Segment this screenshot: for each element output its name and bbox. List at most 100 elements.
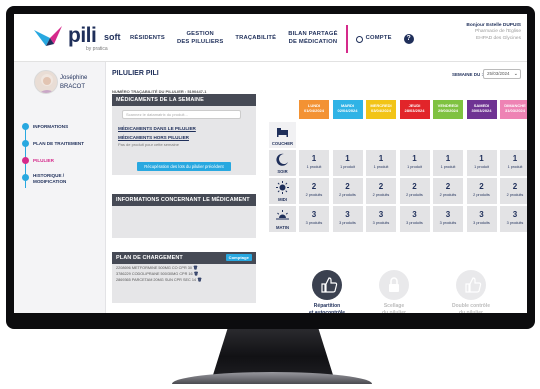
panel-header-label: PLAN DE CHARGEMENT: [116, 255, 183, 261]
datamatrix-search-input[interactable]: Scannez le datamatrix du produit...: [122, 110, 241, 119]
trash-icon[interactable]: 🗑: [197, 278, 202, 282]
bullet-icon: [22, 140, 29, 147]
sidebar-item-pilulier[interactable]: PILULIER: [22, 152, 106, 169]
sidebar-item-label: PLAN DE TRAITEMENT: [33, 141, 85, 146]
moment-label: MIDI: [278, 197, 287, 202]
thumbs-up-icon: [312, 270, 342, 300]
trash-icon[interactable]: 🗑: [193, 266, 198, 270]
logo-soft-text: soft: [104, 32, 121, 42]
badge-label: Scellage du pilulier: [382, 303, 406, 313]
dose-unit: 3 produits: [305, 221, 323, 225]
dose-count: 2: [412, 182, 417, 191]
dose-cell[interactable]: 1 1 produit: [299, 150, 329, 176]
compte-label: COMPTE: [365, 35, 392, 42]
dose-unit: 2 produits: [406, 193, 423, 197]
dose-cell[interactable]: 2 2 produits: [366, 178, 396, 204]
meds-out-note: Pas de produit pour cette semaine: [118, 142, 179, 147]
dose-count: 3: [479, 210, 484, 219]
dose-cell[interactable]: 1 1 produit: [500, 150, 527, 176]
day-header: MERCREDI 03/04/2024: [366, 100, 396, 119]
loading-plan-panel: PLAN DE CHARGEMENT Comptage 2208696 METF…: [112, 252, 256, 303]
sidebar-item-label: PILULIER: [33, 158, 54, 163]
meds-in-pilulier-link[interactable]: MÉDICAMENTS DANS LE PILULIER: [118, 126, 196, 131]
avatar: [34, 70, 58, 94]
nav-bilan-partage[interactable]: BILAN PARTAGÉ DE MÉDICATION: [282, 31, 343, 46]
dose-unit: 2 produits: [305, 193, 323, 197]
dose-cell[interactable]: 3 3 produits: [332, 206, 363, 232]
day-header: JEUDI 28/03/2024: [399, 100, 430, 119]
day-header: VENDREDI 29/03/2024: [433, 100, 463, 119]
app-logo[interactable]: pili soft by pratica: [32, 24, 128, 54]
list-item-label: 2869365 PARCETAM 20MG SUN CPR SEC 14: [116, 277, 197, 282]
dose-unit: 2 produits: [372, 193, 390, 197]
sidebar-item-label: INFORMATIONS: [33, 124, 69, 129]
nav-compte[interactable]: COMPTE: [350, 35, 398, 43]
sidebar-item-informations[interactable]: INFORMATIONS: [22, 118, 106, 135]
main-content: PILULIER PILI SEMAINE DU : 25/03/2024 ⌄ …: [106, 62, 527, 313]
moon-icon: [276, 153, 289, 166]
patient-first-name: Joséphine: [60, 75, 88, 81]
sidebar-item-plan-traitement[interactable]: PLAN DE TRAITEMENT: [22, 135, 106, 152]
badge-scellage[interactable]: Scellage du pilulier: [359, 270, 429, 313]
moment-label: SOIR: [277, 169, 288, 174]
dose-cell[interactable]: 1 1 produit: [433, 150, 463, 176]
dose-count: 2: [378, 182, 384, 191]
week-select[interactable]: 25/03/2024 ⌄: [483, 69, 521, 79]
nav-separator: [345, 25, 348, 53]
user-info: Bonjour Estelle DUPUIS Pharmacie de l'Eg…: [466, 23, 521, 42]
dose-unit: 2 produits: [506, 193, 524, 197]
nav-residents[interactable]: RÉSIDENTS: [124, 35, 171, 43]
day-header: LUNDI 01/04/2024: [299, 100, 329, 119]
day-header: SAMEDI 30/03/2024: [466, 100, 497, 119]
dose-cell[interactable]: 2 2 produits: [466, 178, 497, 204]
list-item-label: 2208696 METFORMINE 500MG CO CPR 30: [116, 266, 192, 270]
dose-cell[interactable]: 2 2 produits: [433, 178, 463, 204]
dose-unit: 2 produits: [339, 193, 356, 197]
dose-count: 3: [445, 210, 451, 219]
dose-cell[interactable]: 1 1 produit: [399, 150, 430, 176]
dose-unit: 3 produits: [339, 221, 356, 225]
dose-count: 1: [311, 154, 317, 163]
badge-label: Répartition et autocontrôle: [308, 303, 346, 313]
week-value: 25/03/2024: [487, 71, 510, 76]
trash-icon[interactable]: 🗑: [194, 272, 199, 276]
dose-count: 3: [412, 210, 417, 219]
help-icon[interactable]: ?: [403, 34, 414, 44]
sunrise-icon: [276, 209, 289, 222]
badge-label: Double contrôle du pilulier: [451, 303, 491, 313]
bullet-icon: [22, 157, 29, 164]
moment-coucher: COUCHER: [269, 122, 296, 148]
dose-cell[interactable]: 1 1 produit: [332, 150, 363, 176]
monitor-stand: [213, 329, 333, 375]
dose-cell[interactable]: 3 3 produits: [500, 206, 527, 232]
dose-cell[interactable]: 1 1 produit: [366, 150, 396, 176]
monitor-base: [172, 372, 372, 384]
dose-cell[interactable]: 2 2 produits: [500, 178, 527, 204]
badge-double-controle[interactable]: Double contrôle du pilulier: [436, 270, 506, 313]
dose-unit: 2 produits: [473, 193, 490, 197]
nav-gestion-piluliers[interactable]: GESTION DES PILULIERS: [171, 31, 229, 46]
comptage-button[interactable]: Comptage: [225, 254, 252, 261]
app-screen: pili soft by pratica RÉSIDENTS GESTION D…: [14, 14, 527, 313]
sidebar-item-historique[interactable]: HISTORIQUE / MODIFICATION: [22, 169, 106, 193]
nav-tracabilite[interactable]: TRAÇABILITÉ: [229, 35, 282, 43]
main-nav: RÉSIDENTS GESTION DES PILULIERS TRAÇABIL…: [124, 24, 414, 54]
badge-repartition[interactable]: Répartition et autocontrôle: [292, 270, 362, 313]
day-header: MARDI 02/04/2024: [332, 100, 363, 119]
dose-cell[interactable]: 3 3 produits: [299, 206, 329, 232]
dose-cell[interactable]: 2 2 produits: [332, 178, 363, 204]
moment-matin: MATIN: [269, 206, 296, 232]
logo-text: pili: [68, 24, 97, 47]
dose-cell[interactable]: 2 2 produits: [299, 178, 329, 204]
meds-out-pilulier-link[interactable]: MÉDICAMENTS HORS PILULIER: [118, 135, 189, 140]
dose-cell[interactable]: 1 1 produit: [466, 150, 497, 176]
moment-label: MATIN: [276, 225, 289, 230]
dose-cell[interactable]: 3 3 produits: [466, 206, 497, 232]
recover-lots-button[interactable]: Récupération des lots du pilulier précéd…: [137, 162, 231, 171]
dose-cell[interactable]: 3 3 produits: [399, 206, 430, 232]
dose-cell[interactable]: 3 3 produits: [433, 206, 463, 232]
bullet-icon: [22, 174, 29, 181]
dose-cell[interactable]: 3 3 produits: [366, 206, 396, 232]
dose-cell[interactable]: 2 2 produits: [399, 178, 430, 204]
panel-header: MÉDICAMENTS DE LA SEMAINE: [112, 94, 256, 106]
